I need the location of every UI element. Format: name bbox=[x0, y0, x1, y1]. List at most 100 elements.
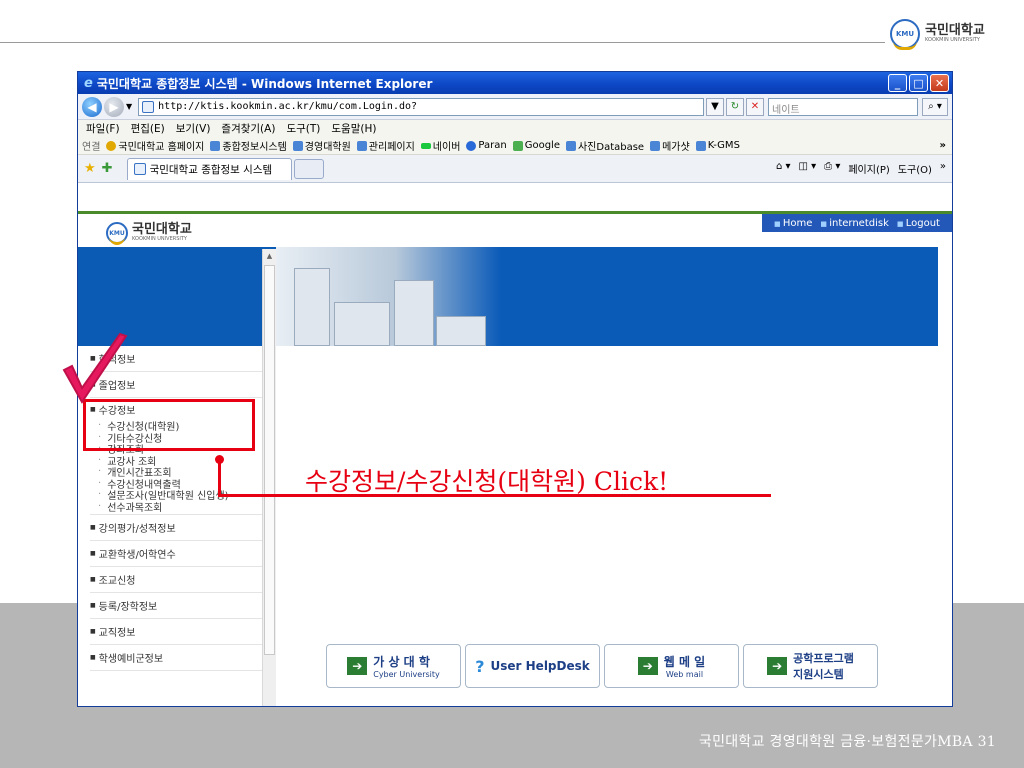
link-kgms[interactable]: K-GMS bbox=[695, 140, 740, 151]
enter-icon: ➔ bbox=[767, 657, 788, 675]
menu-reserve-forces[interactable]: 학생예비군정보 bbox=[90, 645, 276, 671]
slide-footer: 국민대학교 경영대학원 금융·보험전문가MBA 31 bbox=[698, 734, 996, 750]
tools-menu[interactable]: 도구(O) bbox=[898, 161, 932, 176]
scroll-up-icon[interactable]: ▲ bbox=[263, 249, 276, 263]
slide-logo-subtext: KOOKMIN UNIVERSITY bbox=[925, 37, 980, 43]
campus-banner bbox=[276, 247, 938, 346]
menu-exchange[interactable]: 교환학생/어학연수 bbox=[90, 541, 276, 567]
ie-page-icon bbox=[695, 140, 706, 151]
internetdisk-link[interactable]: internetdisk bbox=[820, 218, 889, 229]
refresh-button[interactable]: ↻ bbox=[726, 97, 744, 116]
link-google[interactable]: Google bbox=[512, 140, 560, 151]
slide-logo-text: 국민대학교 bbox=[925, 23, 985, 38]
menu-favorites[interactable]: 즐겨찾기(A) bbox=[221, 121, 275, 136]
google-icon bbox=[512, 140, 523, 151]
tab-ktis[interactable]: 국민대학교 종합정보 시스템 bbox=[126, 157, 292, 180]
link-paran[interactable]: Paran bbox=[466, 140, 507, 151]
command-bar: ⌂ ▾ ◫ ▾ ⎙ ▾ 페이지(P) 도구(O) » bbox=[776, 161, 946, 176]
link-kmu-home[interactable]: 국민대학교 홈페이지 bbox=[106, 138, 204, 153]
links-label: 연결 bbox=[82, 142, 101, 153]
link-naver[interactable]: 네이버 bbox=[420, 138, 460, 153]
webmail-button[interactable]: ➔ 웹 메 일 Web mail bbox=[604, 644, 739, 688]
site-header: KMU 국민대학교 KOOKMIN UNIVERSITY Home intern… bbox=[78, 211, 952, 247]
menu-view[interactable]: 보기(V) bbox=[176, 121, 211, 136]
engineering-program-button[interactable]: ➔ 공학프로그램 지원시스템 bbox=[743, 644, 878, 688]
command-more-icon[interactable]: » bbox=[940, 161, 946, 176]
paran-icon bbox=[466, 140, 477, 151]
menu-help[interactable]: 도움말(H) bbox=[331, 121, 376, 136]
menu-teaching[interactable]: 교직정보 bbox=[90, 619, 276, 645]
search-icon[interactable]: ⌕ ▾ bbox=[922, 97, 948, 116]
helpdesk-button[interactable]: ? User HelpDesk bbox=[465, 644, 600, 688]
menu-edit[interactable]: 편집(E) bbox=[131, 121, 165, 136]
slide-top-rule bbox=[0, 42, 885, 43]
help-question-icon: ? bbox=[475, 656, 485, 676]
enter-icon: ➔ bbox=[637, 657, 658, 675]
enter-icon: ➔ bbox=[347, 657, 368, 675]
site-top-links: Home internetdisk Logout bbox=[762, 214, 952, 232]
tab-page-icon bbox=[133, 163, 146, 175]
ie-page-icon bbox=[565, 140, 576, 151]
ie-page-icon bbox=[210, 140, 221, 151]
naver-icon bbox=[420, 142, 431, 149]
scroll-thumb[interactable] bbox=[264, 265, 275, 655]
web-page: KMU 국민대학교 KOOKMIN UNIVERSITY Home intern… bbox=[78, 211, 952, 706]
service-buttons: ➔ 가 상 대 학 Cyber University ? User HelpDes… bbox=[326, 644, 878, 688]
links-more-icon[interactable]: » bbox=[940, 140, 946, 151]
sidebar-scrollbar[interactable]: ▲ bbox=[262, 249, 276, 706]
callout-line-vertical bbox=[218, 459, 221, 497]
back-button[interactable]: ◀ bbox=[82, 96, 102, 117]
link-photo-db[interactable]: 사진Database bbox=[565, 138, 644, 153]
menu-tools[interactable]: 도구(T) bbox=[286, 121, 320, 136]
link-ktis[interactable]: 종합정보시스템 bbox=[210, 138, 287, 153]
building-image bbox=[436, 316, 486, 346]
link-megashot[interactable]: 메가샷 bbox=[650, 138, 690, 153]
history-dropdown-icon[interactable]: ▼ bbox=[126, 102, 132, 111]
links-bar: 연결 국민대학교 홈페이지 종합정보시스템 경영대학원 관리페이지 네이버 Pa… bbox=[78, 137, 952, 155]
favorites-star-icon[interactable]: ★ bbox=[84, 161, 96, 176]
menu-file[interactable]: 파일(F) bbox=[86, 121, 120, 136]
window-titlebar[interactable]: e 국민대학교 종합정보 시스템 - Windows Internet Expl… bbox=[78, 72, 952, 94]
new-tab-button[interactable] bbox=[293, 158, 324, 179]
callout-text: 수강정보/수강신청(대학원) Click! bbox=[305, 467, 669, 496]
menu-evaluation-grades[interactable]: 강의평가/성적정보 bbox=[90, 515, 276, 541]
minimize-button[interactable]: _ bbox=[888, 74, 907, 92]
ie-logo-icon: e bbox=[84, 75, 93, 91]
forward-button[interactable]: ▶ bbox=[104, 96, 124, 117]
cyber-university-button[interactable]: ➔ 가 상 대 학 Cyber University bbox=[326, 644, 461, 688]
ie-page-icon bbox=[356, 140, 367, 151]
site-logo-subtext: KOOKMIN UNIVERSITY bbox=[132, 236, 187, 242]
link-business-school[interactable]: 경영대학원 bbox=[292, 138, 351, 153]
url-input[interactable]: http://ktis.kookmin.ac.kr/kmu/com.Login.… bbox=[138, 97, 704, 116]
print-icon[interactable]: ⎙ ▾ bbox=[824, 161, 840, 176]
kmu-emblem-icon: KMU bbox=[106, 222, 128, 245]
page-icon bbox=[142, 100, 155, 113]
home-link[interactable]: Home bbox=[774, 218, 813, 229]
browser-window: e 국민대학교 종합정보 시스템 - Windows Internet Expl… bbox=[77, 71, 953, 707]
logout-link[interactable]: Logout bbox=[897, 218, 940, 229]
ie-page-icon bbox=[650, 140, 661, 151]
home-icon[interactable]: ⌂ ▾ bbox=[776, 161, 791, 176]
search-input[interactable]: 네이트 bbox=[768, 97, 918, 116]
building-image bbox=[394, 280, 434, 346]
building-image bbox=[334, 302, 390, 346]
add-favorites-icon[interactable]: ✚ bbox=[102, 161, 113, 176]
menu-tuition-scholarship[interactable]: 등록/장학정보 bbox=[90, 593, 276, 619]
close-button[interactable]: ✕ bbox=[930, 74, 949, 92]
submenu-prerequisite[interactable]: 선수과목조회 bbox=[90, 501, 276, 515]
url-text: http://ktis.kookmin.ac.kr/kmu/com.Login.… bbox=[158, 101, 418, 112]
address-bar-row: ◀ ▶ ▼ http://ktis.kookmin.ac.kr/kmu/com.… bbox=[78, 94, 952, 120]
site-logo[interactable]: KMU 국민대학교 KOOKMIN UNIVERSITY bbox=[106, 222, 192, 245]
building-image bbox=[294, 268, 330, 346]
site-logo-text: 국민대학교 bbox=[132, 222, 192, 237]
url-dropdown-button[interactable]: ▼ bbox=[706, 97, 724, 116]
stop-button[interactable]: ✕ bbox=[746, 97, 764, 116]
link-admin[interactable]: 관리페이지 bbox=[356, 138, 415, 153]
checkmark-icon bbox=[62, 332, 128, 404]
feeds-icon[interactable]: ◫ ▾ bbox=[799, 161, 817, 176]
tab-bar: ★ ✚ 국민대학교 종합정보 시스템 ⌂ ▾ ◫ ▾ ⎙ ▾ 페이지(P) 도구… bbox=[78, 155, 952, 183]
globe-icon bbox=[106, 140, 117, 151]
page-menu[interactable]: 페이지(P) bbox=[848, 161, 889, 176]
menu-ta-application[interactable]: 조교신청 bbox=[90, 567, 276, 593]
maximize-button[interactable]: □ bbox=[909, 74, 928, 92]
